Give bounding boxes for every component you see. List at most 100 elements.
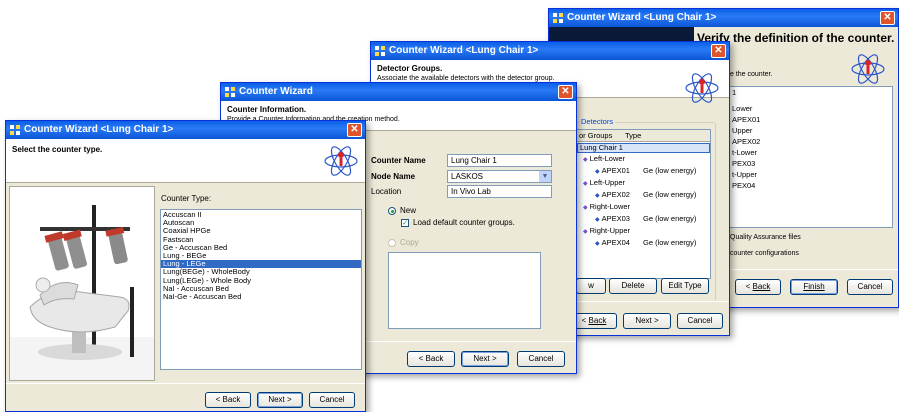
counter-name-input[interactable]: Lung Chair 1 [447, 154, 552, 167]
summary-line: APEX02 [732, 137, 761, 147]
check-qa-label: Quality Assurance files [730, 234, 801, 241]
detector-label: APEX03 [601, 214, 630, 223]
summary-line: 1 [732, 88, 737, 97]
detector-icon: ◆ [595, 217, 600, 223]
location-input[interactable]: In Vivo Lab [447, 185, 552, 198]
groupbox-title: Detectors [579, 117, 616, 126]
cancel-button[interactable]: Cancel [309, 392, 355, 408]
tree-detector-item[interactable]: ◆ APEX03 Ge (low energy) [577, 213, 710, 226]
tree-detector-item[interactable]: ◆ APEX02 Ge (low energy) [577, 189, 710, 202]
edit-type-label: Edit Type [668, 281, 702, 290]
copy-source-list[interactable] [388, 252, 541, 329]
next-button[interactable]: Next > [257, 392, 303, 408]
group-icon: ◆ [583, 205, 588, 211]
counter-name-label: Counter Name [371, 156, 426, 165]
atom-logo-icon [851, 54, 885, 84]
tree-group-item[interactable]: ◆ Right-Upper [577, 226, 710, 237]
tree-group-item[interactable]: ◆ Left-Upper [577, 178, 710, 189]
lung-chair-illustration [10, 205, 154, 380]
close-button[interactable]: ✕ [711, 44, 726, 58]
close-button[interactable]: ✕ [347, 123, 362, 137]
window-title: Counter Wizard [239, 86, 313, 97]
wizard-icon [553, 13, 563, 23]
summary-lines: Lower APEX01 Upper APEX02 t-Lower PEX03 t-Uppe… [730, 103, 892, 191]
node-name-value: LASKOS [451, 172, 484, 181]
tree-root[interactable]: Lung Chair 1 [577, 143, 710, 153]
group-icon: ◆ [583, 229, 588, 235]
new-button[interactable]: w [576, 278, 606, 294]
close-button[interactable]: ✕ [558, 85, 573, 99]
back-label: Back [752, 282, 771, 291]
detector-type: Ge (low energy) [643, 166, 697, 175]
counter-type-list[interactable]: Accuscan II Autoscan Coaxial HPGe Fastscan G… [160, 209, 362, 370]
detector-type: Ge (low energy) [643, 214, 697, 223]
detector-type: Ge (low energy) [643, 238, 697, 247]
atom-logo-icon [685, 73, 719, 103]
title-bar[interactable]: Counter Wizard ✕ [221, 83, 576, 101]
tree-group-label: Left-Lower [589, 154, 626, 163]
counter-type-label: Counter Type: [161, 194, 212, 203]
summary-line: Upper [732, 126, 753, 136]
tree-group-item[interactable]: ◆ Right-Lower [577, 202, 710, 213]
delete-button[interactable]: Delete [609, 278, 657, 294]
counter-type-window: Counter Wizard <Lung Chair 1> ✕ Select t… [5, 120, 366, 412]
detector-tree[interactable]: or Groups Type Lung Chair 1 ◆ Left-Lower ◆… [576, 129, 711, 279]
next-button[interactable]: Next > [623, 313, 671, 329]
close-button[interactable]: ✕ [880, 11, 895, 25]
tree-detector-item[interactable]: ◆ APEX01 Ge (low energy) [577, 165, 710, 178]
node-name-label: Node Name [371, 172, 416, 181]
check-config-label: counter configurations [730, 250, 799, 257]
detector-label: APEX01 [601, 166, 630, 175]
wizard-icon [225, 87, 235, 97]
node-name-select[interactable]: LASKOS ▼ [447, 170, 552, 183]
counter-type-item[interactable]: NaI-Ge - Accuscan Bed [161, 292, 361, 301]
radio-dot [390, 209, 394, 213]
wizard-header: Select the counter type. [6, 139, 365, 183]
title-bar[interactable]: Counter Wizard <Lung Chair 1> ✕ [371, 42, 729, 60]
summary-line: t-Upper [732, 170, 758, 180]
back-button[interactable]: < Back [205, 392, 251, 408]
tree-items: ◆ Left-Lower ◆ APEX01 Ge (low energy) ◆ Left-U… [577, 154, 710, 250]
back-label: < Back [215, 395, 241, 404]
cancel-button[interactable]: Cancel [847, 279, 893, 295]
tree-group-label: Right-Upper [589, 226, 631, 235]
back-button[interactable]: < Back [571, 313, 617, 329]
detector-icon: ◆ [595, 169, 600, 175]
tree-group-item[interactable]: ◆ Left-Lower [577, 154, 710, 165]
subheading: e the counter. [730, 71, 773, 78]
counter-photo-panel [9, 186, 155, 381]
cancel-button[interactable]: Cancel [517, 351, 565, 367]
next-label: Next > [268, 395, 292, 404]
tree-root-label: Lung Chair 1 [580, 143, 623, 152]
chevron-down-icon[interactable]: ▼ [539, 171, 551, 182]
new-radio[interactable] [388, 207, 396, 215]
new-radio-label: New [400, 206, 417, 215]
atom-logo-icon [324, 146, 358, 176]
summary-line: t-Lower [732, 148, 758, 158]
load-groups-checkbox[interactable]: ✓ [401, 219, 409, 227]
title-bar[interactable]: Counter Wizard <Lung Chair 1> ✕ [6, 121, 365, 139]
next-button[interactable]: Next > [461, 351, 509, 367]
back-button[interactable]: < Back [735, 279, 781, 295]
col-type: Type [625, 131, 642, 140]
detector-icon: ◆ [595, 193, 600, 199]
separator [6, 383, 365, 384]
edit-type-button[interactable]: Edit Type [661, 278, 709, 294]
detector-label: APEX04 [601, 238, 630, 247]
wizard-icon [10, 125, 20, 135]
header-subtitle: Associate the available detectors with t… [377, 75, 555, 82]
title-bar[interactable]: Counter Wizard <Lung Chair 1> ✕ [549, 9, 898, 27]
back-label: < Back [418, 354, 444, 363]
detector-type: Ge (low energy) [643, 190, 697, 199]
finish-button[interactable]: Finish [790, 279, 838, 295]
back-button[interactable]: < Back [407, 351, 455, 367]
wizard-icon [375, 46, 385, 56]
window-title: Counter Wizard <Lung Chair 1> [389, 45, 539, 56]
detector-label: APEX02 [601, 190, 630, 199]
copy-radio[interactable] [388, 239, 396, 247]
tree-detector-item[interactable]: ◆ APEX04 Ge (low energy) [577, 237, 710, 250]
next-label: Next > [635, 316, 659, 325]
cancel-button[interactable]: Cancel [677, 313, 723, 329]
back-label: Back [588, 316, 607, 325]
tree-group-label: Left-Upper [589, 178, 626, 187]
